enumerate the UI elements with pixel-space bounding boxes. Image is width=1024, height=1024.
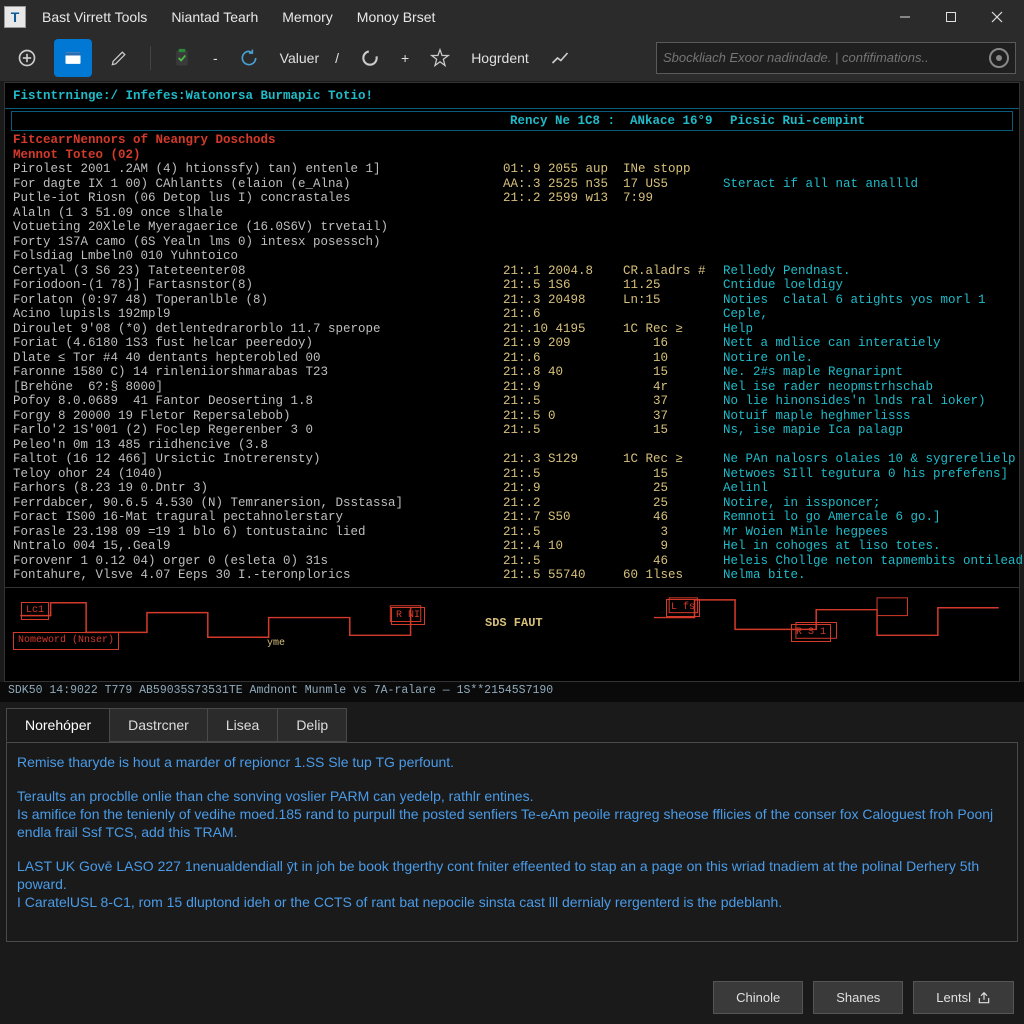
wf-label-rs1: R S 1 bbox=[791, 624, 831, 643]
terminal-row: Alaln (1 3 51.09 once slhale bbox=[13, 206, 1011, 221]
terminal-row: Faltot (16 12 466] Ursictic Inotrerensty… bbox=[13, 452, 1011, 467]
terminal-row: Nntralo 004 15,.Geal921:.4 10 9Hel in co… bbox=[13, 539, 1011, 554]
hogrdent-label: Hogrdent bbox=[467, 50, 533, 66]
terminal-column-headers: Rency Ne 1C8 : ANkace 16°9 Picsic Rui-ce… bbox=[11, 111, 1013, 132]
add-button[interactable] bbox=[8, 39, 46, 77]
minus-icon: - bbox=[209, 50, 222, 66]
terminal-row: Putle-iot Riosn (06 Detop lus I) concras… bbox=[13, 191, 1011, 206]
terminal-row: Ferrdabcer, 90.6.5 4.530 (N) Temranersio… bbox=[13, 496, 1011, 511]
terminal-row: Farlo'2 1S'001 (2) Foclep Regerenber 3 0… bbox=[13, 423, 1011, 438]
terminal-row: Foriat (4.6180 1S3 fust helcar peeredoy)… bbox=[13, 336, 1011, 351]
output-line: Remise tharyde is hout a marder of repio… bbox=[17, 753, 1007, 771]
shanes-button[interactable]: Shanes bbox=[813, 981, 903, 1014]
tab-norehoper[interactable]: Norehóper bbox=[6, 708, 110, 742]
card-view-button[interactable] bbox=[54, 39, 92, 77]
terminal-row: Peleo'n 0m 13 485 riidhencive (3.8 bbox=[13, 438, 1011, 453]
terminal-row: Votueting 20Xlele Myeragaerice (16.0S6V)… bbox=[13, 220, 1011, 235]
terminal-row: Folsdiag Lmbeln0 010 Yuhntoico bbox=[13, 249, 1011, 264]
output-line: Teraults an procblle onlie than che sonv… bbox=[17, 787, 1007, 841]
clipboard-check-icon[interactable] bbox=[163, 39, 201, 77]
output-panel[interactable]: Remise tharyde is hout a marder of repio… bbox=[6, 742, 1018, 942]
menu-niantad[interactable]: Niantad Tearh bbox=[161, 3, 268, 31]
tab-lisea[interactable]: Lisea bbox=[207, 708, 278, 742]
chart-up-icon[interactable] bbox=[541, 39, 579, 77]
search-input[interactable] bbox=[656, 42, 1016, 74]
terminal-row: Faronne 1580 C) 14 rinleniiorshmarabas T… bbox=[13, 365, 1011, 380]
terminal-row: Diroulet 9'08 (*0) detlentedrarorblo 11.… bbox=[13, 322, 1011, 337]
terminal-row: [Brehöne 6?:§ 8000]21:.9 4rNel ise rader… bbox=[13, 380, 1011, 395]
app-icon: T bbox=[4, 6, 26, 28]
wf-label-lc1: Lc1 bbox=[21, 602, 49, 621]
spinner-icon[interactable] bbox=[351, 39, 389, 77]
wf-label-lf: L fs bbox=[666, 599, 700, 618]
terminal-row: Forty 1S7A camo (6S Yealn lms 0) intesx … bbox=[13, 235, 1011, 250]
refresh-icon[interactable] bbox=[230, 39, 268, 77]
pen-icon[interactable] bbox=[100, 39, 138, 77]
minimize-button[interactable] bbox=[882, 0, 928, 34]
terminal-path: Fistntrninge:/ Infefes:Watonorsa Burmapi… bbox=[13, 89, 373, 103]
terminal-row: Pofoy 8.0.0689 41 Fantor Deoserting 1.82… bbox=[13, 394, 1011, 409]
terminal-row: Fontahure, Vlsve 4.07 Eeps 30 I.-teronpl… bbox=[13, 568, 1011, 583]
menu-tools[interactable]: Bast Virrett Tools bbox=[32, 3, 157, 31]
chinole-button[interactable]: Chinole bbox=[713, 981, 803, 1014]
terminal-row: Forlaton (0:97 48) Toperanlble (8)21:.3 … bbox=[13, 293, 1011, 308]
menu-monoy[interactable]: Monoy Brset bbox=[347, 3, 446, 31]
terminal-row: Farhors (8.23 19 0.Dntr 3)21:.9 25Aelinl bbox=[13, 481, 1011, 496]
terminal-row: Foriodoon-(1 78)] Fartasnstor(8)21:.5 1S… bbox=[13, 278, 1011, 293]
terminal-row: Forasle 23.198 09 =19 1 blo 6) tontustai… bbox=[13, 525, 1011, 540]
terminal-row: Certyal (3 S6 23) Tateteenter0821:.1 200… bbox=[13, 264, 1011, 279]
wf-label-rni: R NI bbox=[391, 607, 425, 626]
star-icon[interactable] bbox=[421, 39, 459, 77]
tab-delip[interactable]: Delip bbox=[277, 708, 347, 742]
maximize-button[interactable] bbox=[928, 0, 974, 34]
menu-memory[interactable]: Memory bbox=[272, 3, 343, 31]
terminal-row: Dlate ≤ Tor #4 40 dentants hepterobled 0… bbox=[13, 351, 1011, 366]
target-icon[interactable] bbox=[989, 48, 1009, 68]
output-line: LAST UK Govē LASO 227 1nenualdendiall ȳt… bbox=[17, 857, 1007, 911]
slash-icon: / bbox=[331, 50, 343, 66]
wf-label-nomeword: Nomeword (Nnser) bbox=[13, 632, 119, 651]
status-line: SDK50 14:9022 T779 AB59035S73531TE Amdno… bbox=[0, 682, 1024, 702]
terminal-row: For dagte IX 1 00) CAhlantts (elaion (e_… bbox=[13, 177, 1011, 192]
tab-dastrcner[interactable]: Dastrcner bbox=[109, 708, 208, 742]
close-button[interactable] bbox=[974, 0, 1020, 34]
terminal-row: Teloy ohor 24 (1040)21:.5 15Netwoes SIll… bbox=[13, 467, 1011, 482]
lentsl-button[interactable]: Lentsl bbox=[913, 981, 1014, 1014]
terminal-row: Pirolest 2001 .2AM (4) htionssfy) tan) e… bbox=[13, 162, 1011, 177]
terminal-row: Forgy 8 20000 19 Fletor Repersalebob)21:… bbox=[13, 409, 1011, 424]
terminal-row: Foract IS00 16-Mat tragural pectahnolers… bbox=[13, 510, 1011, 525]
plus-icon: + bbox=[397, 50, 413, 66]
search-field[interactable] bbox=[663, 50, 983, 65]
valuer-label: Valuer bbox=[276, 50, 323, 66]
terminal-subhead-1: FitcearrNennors of Neangry Doschods bbox=[5, 133, 1019, 148]
wf-label-sds: SDS FAUT bbox=[485, 616, 543, 631]
terminal-row: Acino lupisls 192mpl921:.6Ceple, bbox=[13, 307, 1011, 322]
waveform-panel: Lc1 Nomeword (Nnser) R NI SDS FAUT L fs … bbox=[5, 587, 1019, 657]
terminal-row: Forovenr 1 0.12 04) orger 0 (esleta 0) 3… bbox=[13, 554, 1011, 569]
terminal-panel: Fistntrninge:/ Infefes:Watonorsa Burmapi… bbox=[4, 82, 1020, 682]
